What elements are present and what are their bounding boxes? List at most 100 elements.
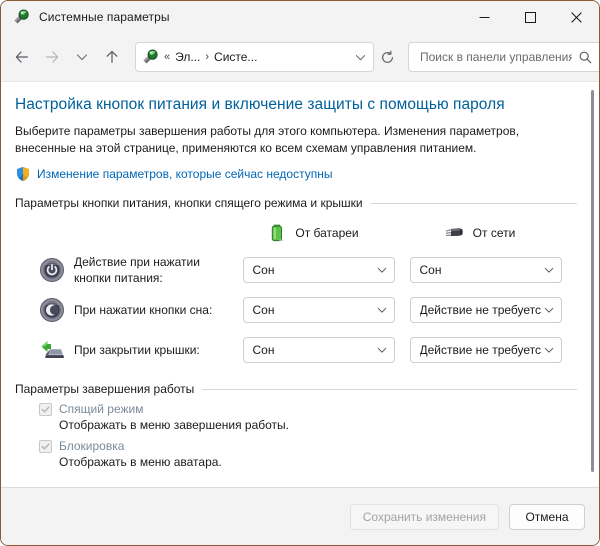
chevron-down-icon (374, 262, 390, 278)
window-controls (461, 1, 599, 33)
checkbox-row-sleep[interactable]: Спящий режим (15, 402, 577, 416)
dropdown-cell-sleep-battery: Сон (235, 297, 402, 323)
breadcrumb-item-1[interactable]: Эл... (172, 48, 203, 66)
up-button[interactable] (97, 42, 127, 72)
breadcrumb-separator: › (205, 51, 210, 63)
close-button[interactable] (553, 1, 599, 33)
dropdown-cell-lid-plugged: Действие не требуется (402, 337, 569, 363)
up-arrow-icon (106, 51, 118, 63)
shutdown-group-rule (202, 388, 577, 390)
maximize-button[interactable] (507, 1, 553, 33)
chevron-down-icon (374, 342, 390, 358)
minimize-icon (479, 16, 489, 18)
checkbox-description-sleep: Отображать в меню завершения работы. (59, 418, 290, 432)
forward-button[interactable] (37, 42, 67, 72)
power-group-label: Параметры кнопки питания, кнопки спящего… (15, 196, 363, 210)
page-title: Настройка кнопок питания и включение защ… (15, 96, 505, 113)
checkbox-lock[interactable] (39, 439, 52, 453)
dropdown-sleep-button-battery[interactable]: Сон (242, 297, 395, 323)
navigation-toolbar: « Эл... › Систе... (1, 33, 599, 81)
recent-locations-button[interactable] (67, 42, 97, 72)
uac-link-row: Изменение параметров, которые сейчас нед… (15, 166, 577, 182)
save-changes-button[interactable]: Сохранить изменения (349, 503, 499, 530)
chevron-down-icon (541, 302, 557, 318)
checkbox-sleep[interactable] (39, 402, 52, 416)
dropdown-value: Сон (252, 263, 275, 277)
setting-label-lid-close: При закрытии крышки: (74, 343, 200, 357)
dropdown-lid-close-plugged[interactable]: Действие не требуется (409, 337, 562, 363)
power-group-rule (370, 202, 577, 204)
checkbox-label-sleep: Спящий режим (59, 402, 144, 416)
address-bar-icon (142, 49, 158, 65)
dropdown-value: Действие не требуется (419, 303, 541, 317)
chevron-down-icon (541, 262, 557, 278)
dropdown-cell-lid-battery: Сон (235, 337, 402, 363)
refresh-icon (381, 50, 393, 63)
search-input[interactable] (418, 49, 574, 65)
system-settings-window: Системные параметры « Эл... › Систе... П… (0, 0, 600, 546)
chevron-down-icon (76, 54, 88, 61)
column-header-battery-label: От батареи (295, 226, 359, 240)
setting-row-lid-close: При закрытии крышки: Сон Действие не тре… (15, 330, 577, 370)
cancel-button[interactable]: Отмена (509, 503, 585, 530)
column-header-plugged: От сети (396, 222, 563, 244)
refresh-button[interactable] (374, 44, 400, 70)
close-icon (570, 11, 582, 23)
breadcrumb-item-2[interactable]: Систе... (211, 48, 260, 66)
search-box[interactable] (408, 42, 599, 72)
power-plug-icon (444, 222, 466, 244)
search-icon[interactable] (574, 50, 597, 65)
back-arrow-icon (15, 51, 28, 63)
chevron-down-icon (541, 342, 557, 358)
uac-shield-icon (15, 166, 31, 182)
minimize-button[interactable] (461, 1, 507, 33)
dropdown-value: Действие не требуется (419, 343, 541, 357)
checkmark-icon (41, 443, 50, 449)
scrollbar-thumb[interactable] (590, 90, 594, 472)
address-bar[interactable]: « Эл... › Систе... (135, 42, 374, 72)
shutdown-group-header: Параметры завершения работы (15, 382, 577, 396)
dropdown-cell-sleep-plugged: Действие не требуется (402, 297, 569, 323)
window-title: Системные параметры (39, 10, 170, 24)
shutdown-group-label: Параметры завершения работы (15, 382, 195, 396)
dropdown-sleep-button-plugged[interactable]: Действие не требуется (409, 297, 562, 323)
sleep-moon-icon (39, 297, 65, 323)
checkbox-label-lock: Блокировка (59, 439, 125, 453)
dialog-footer: Сохранить изменения Отмена (1, 487, 599, 545)
column-header-plugged-label: От сети (472, 226, 516, 240)
back-button[interactable] (7, 42, 37, 72)
dropdown-value: Сон (419, 263, 442, 277)
power-button-icon (39, 257, 65, 283)
vertical-scrollbar[interactable] (585, 82, 599, 487)
page-description: Выберите параметры завершения работы для… (15, 124, 520, 155)
dropdown-power-button-plugged[interactable]: Сон (409, 257, 562, 283)
maximize-icon (524, 11, 536, 23)
chevron-down-icon (374, 302, 390, 318)
dropdown-value: Сон (252, 303, 275, 317)
dropdown-cell-power-plugged: Сон (402, 257, 569, 283)
power-group-header: Параметры кнопки питания, кнопки спящего… (15, 196, 577, 210)
battery-icon (266, 222, 288, 244)
dropdown-power-button-battery[interactable]: Сон (242, 257, 395, 283)
setting-label-power-button: Действие при нажатии кнопки питания: (74, 255, 200, 285)
forward-arrow-icon (45, 51, 59, 63)
dropdown-lid-close-battery[interactable]: Сон (242, 337, 395, 363)
column-header-battery: От батареи (229, 222, 396, 244)
dropdown-value: Сон (252, 343, 275, 357)
content-area: Настройка кнопок питания и включение защ… (1, 81, 599, 487)
breadcrumb-prefix: « (164, 51, 171, 63)
column-header-row: От батареи От сети (15, 216, 577, 250)
dropdown-cell-power-battery: Сон (235, 257, 402, 283)
system-settings-icon (13, 9, 29, 25)
setting-row-sleep-button: При нажатии кнопки сна: Сон Действие не … (15, 290, 577, 330)
title-bar: Системные параметры (1, 1, 599, 33)
setting-row-power-button: Действие при нажатии кнопки питания: Сон… (15, 250, 577, 290)
checkbox-row-lock[interactable]: Блокировка (15, 439, 577, 453)
setting-label-sleep-button: При нажатии кнопки сна: (74, 303, 213, 317)
laptop-lid-icon (39, 337, 65, 363)
shutdown-group: Параметры завершения работы Спящий режим… (15, 382, 577, 471)
address-dropdown-button[interactable] (349, 45, 371, 69)
chevron-down-icon (355, 54, 365, 60)
checkbox-description-lock: Отображать в меню аватара. (59, 455, 222, 469)
uac-change-settings-link[interactable]: Изменение параметров, которые сейчас нед… (37, 167, 333, 181)
